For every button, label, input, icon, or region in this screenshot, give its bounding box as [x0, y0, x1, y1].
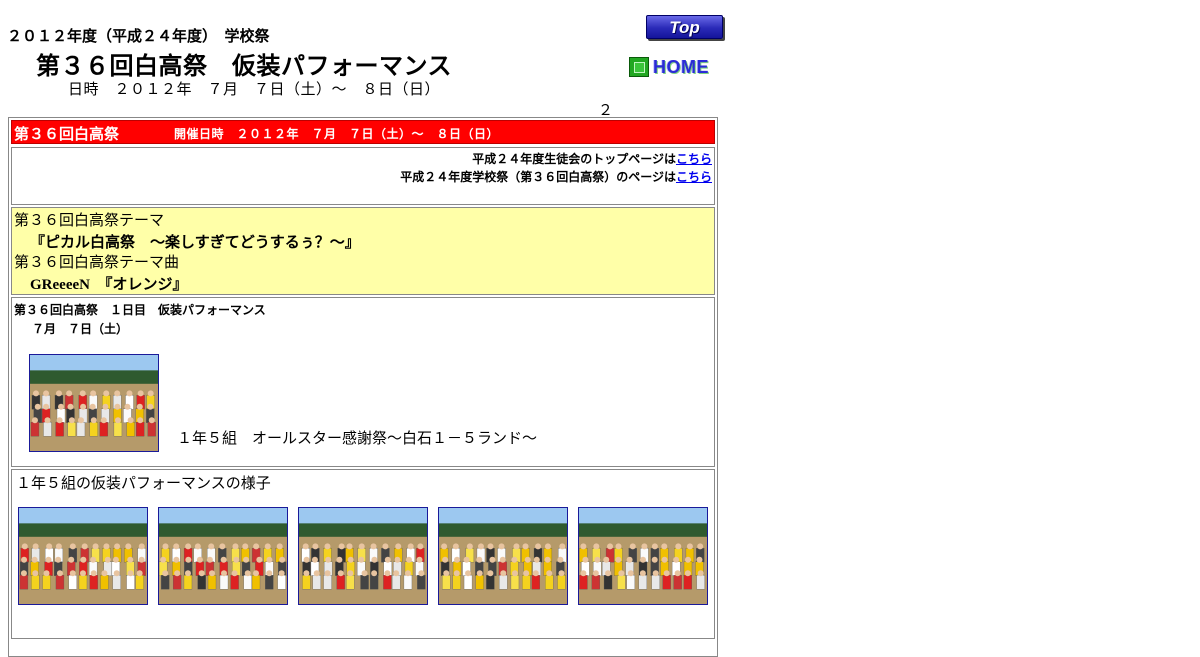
gallery-photo[interactable] — [438, 507, 568, 605]
banner-dates: 開催日時 ２０１２年 ７月 ７日（土）～ ８日（日） — [174, 127, 500, 141]
event-dates: 日時 ２０１２年 ７月 ７日（土）～ ８日（日） — [68, 80, 441, 98]
class-caption: １年５組 オールスター感謝祭～白石１－５ランド～ — [177, 429, 538, 447]
gallery-row: １年５組の仮装パフォーマンスの様子 — [11, 469, 715, 639]
banner-title: 第３６回白高祭 — [14, 125, 120, 143]
class-photo-thumbnail[interactable] — [29, 354, 159, 452]
theme-song-label: 第３６回白高祭テーマ曲 — [14, 253, 180, 271]
theme-label: 第３６回白高祭テーマ — [14, 211, 165, 229]
page-subtitle: ２０１２年度（平成２４年度） 学校祭 — [7, 27, 270, 45]
theme-row: 第３６回白高祭テーマ 『ピカル白高祭 ～楽しすぎてどうするぅ？～』 第３６回白高… — [11, 207, 715, 295]
gallery-photo[interactable] — [158, 507, 288, 605]
festival-link-text: 平成２４年度学校祭（第３６回白高祭）のページは — [400, 170, 676, 184]
home-label: HOME — [653, 56, 709, 77]
festival-page-link[interactable]: こちら — [676, 170, 712, 184]
festival-banner-row: 第３６回白高祭 開催日時 ２０１２年 ７月 ７日（土）～ ８日（日） — [11, 120, 715, 144]
gallery-photo[interactable] — [18, 507, 148, 605]
photo-scene — [30, 355, 158, 451]
council-link-text: 平成２４年度生徒会のトップページは — [472, 152, 676, 166]
home-square-icon — [629, 57, 649, 77]
day1-row: 第３６回白高祭 １日目 仮装パフォーマンス ７月 ７日（土） １年５組 オールス… — [11, 297, 715, 467]
photo-scene — [439, 508, 567, 604]
council-top-link[interactable]: こちら — [676, 152, 712, 166]
theme-value: 『ピカル白高祭 ～楽しすぎてどうするぅ？～』 — [30, 235, 360, 251]
links-row: 平成２４年度生徒会のトップページはこちら 平成２４年度学校祭（第３６回白高祭）の… — [11, 147, 715, 205]
council-link-line: 平成２４年度生徒会のトップページはこちら — [472, 150, 712, 167]
theme-song-value: GReeeeN 『オレンジ』 — [30, 277, 188, 293]
photo-scene — [299, 508, 427, 604]
home-button[interactable]: HOME — [629, 56, 709, 78]
gallery-photo[interactable] — [298, 507, 428, 605]
top-button[interactable]: Top — [646, 15, 723, 39]
gallery-photo[interactable] — [578, 507, 708, 605]
gallery-caption: １年５組の仮装パフォーマンスの様子 — [16, 474, 271, 492]
day1-title: 第３６回白高祭 １日目 仮装パフォーマンス — [14, 303, 266, 317]
photo-scene — [159, 508, 287, 604]
day1-date: ７月 ７日（土） — [32, 322, 129, 336]
photo-scene — [579, 508, 707, 604]
page-title: 第３６回白高祭 仮装パフォーマンス — [36, 52, 453, 80]
festival-link-line: 平成２４年度学校祭（第３６回白高祭）のページはこちら — [400, 168, 712, 185]
photo-scene — [19, 508, 147, 604]
